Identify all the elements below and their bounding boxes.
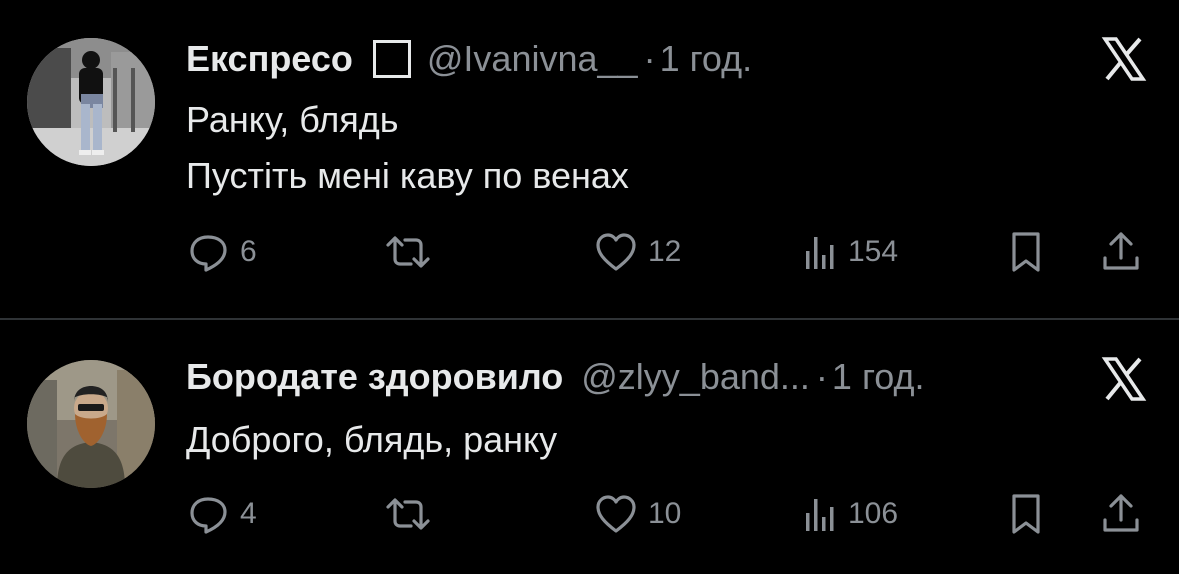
bookmark-button[interactable] <box>1006 492 1046 536</box>
separator-dot: · <box>643 38 656 79</box>
share-upload-icon <box>1100 492 1142 536</box>
avatar[interactable] <box>27 38 155 166</box>
views-count: 154 <box>848 235 899 268</box>
author-handle[interactable]: @Ivanivna__ <box>427 38 638 80</box>
bookmark-icon <box>1006 230 1046 274</box>
tweet-header: Експресо @Ivanivna__ · 1 год. <box>186 34 752 84</box>
tweet[interactable]: Бородате здоровило @zlyy_band... · 1 год… <box>0 320 1179 574</box>
share-upload-icon <box>1100 230 1142 274</box>
timestamp[interactable]: 1 год. <box>832 356 925 398</box>
speech-bubble-icon <box>188 493 230 535</box>
tweet-text-line: Ранку, блядь <box>186 99 399 140</box>
reply-count: 4 <box>240 497 257 530</box>
flag-box-icon <box>372 40 411 78</box>
repost-button[interactable] <box>384 492 442 536</box>
bar-chart-icon <box>802 231 838 273</box>
x-logo-icon <box>1099 34 1149 84</box>
reply-count: 6 <box>240 235 257 268</box>
reply-button[interactable]: 4 <box>188 492 257 536</box>
author-name[interactable]: Експресо <box>186 38 353 80</box>
avatar[interactable] <box>27 360 155 488</box>
repost-arrows-icon <box>384 231 432 273</box>
heart-icon <box>594 231 638 273</box>
reply-button[interactable]: 6 <box>188 230 257 274</box>
heart-icon <box>594 493 638 535</box>
timestamp[interactable]: 1 год. <box>660 38 753 80</box>
like-button[interactable]: 12 <box>594 230 681 274</box>
tweet-header: Бородате здоровило @zlyy_band... · 1 год… <box>186 352 925 402</box>
x-logo-icon <box>1099 354 1149 404</box>
like-button[interactable]: 10 <box>594 492 681 536</box>
views-button[interactable]: 154 <box>802 230 898 274</box>
tweet[interactable]: Експресо @Ivanivna__ · 1 год. Ранку, бля… <box>0 0 1179 318</box>
separator-dot: · <box>815 356 828 397</box>
bookmark-icon <box>1006 492 1046 536</box>
bar-chart-icon <box>802 493 838 535</box>
views-count: 106 <box>848 497 899 530</box>
share-button[interactable] <box>1100 492 1142 536</box>
bookmark-button[interactable] <box>1006 230 1046 274</box>
like-count: 12 <box>648 235 682 268</box>
author-handle[interactable]: @zlyy_band... <box>581 356 810 398</box>
tweet-text-line: Доброго, блядь, ранку <box>186 419 558 460</box>
views-button[interactable]: 106 <box>802 492 898 536</box>
repost-button[interactable] <box>384 230 442 274</box>
author-name[interactable]: Бородате здоровило <box>186 356 563 398</box>
share-button[interactable] <box>1100 230 1142 274</box>
tweet-text-line: Пустіть мені каву по венах <box>186 155 629 196</box>
speech-bubble-icon <box>188 231 230 273</box>
repost-arrows-icon <box>384 493 432 535</box>
like-count: 10 <box>648 497 682 530</box>
